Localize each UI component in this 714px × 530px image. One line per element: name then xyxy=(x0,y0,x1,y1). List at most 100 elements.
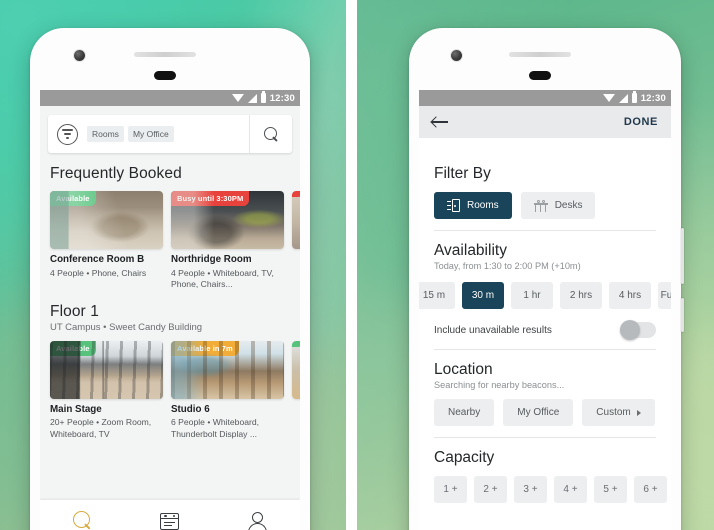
section-title-floor-1: Floor 1 xyxy=(50,302,99,320)
room-photo: Busy until 3:30PM xyxy=(171,191,284,249)
location-chip-custom[interactable]: Custom xyxy=(582,399,655,426)
room-photo xyxy=(292,340,300,399)
capacity-chip-5[interactable]: 5 + xyxy=(594,476,627,503)
capacity-chip-3[interactable]: 3 + xyxy=(514,476,547,503)
duration-chip-2hrs[interactable]: 2 hrs xyxy=(560,282,602,309)
room-meta: 4 People • Phone, Chairs xyxy=(50,267,147,278)
room-name: Northridge Room xyxy=(171,254,252,265)
battery-icon xyxy=(260,91,266,103)
front-camera-icon xyxy=(451,50,462,61)
toggle-knob xyxy=(620,320,640,340)
screenshot-stage: 12:30 Rooms My Office Frequently Booked … xyxy=(0,0,714,530)
location-chip-row: Nearby My Office Custom xyxy=(434,399,671,426)
divider xyxy=(434,437,656,438)
phone-device-right: 12:30 DONE Filter By Rooms Desks Availab… xyxy=(409,28,684,530)
room-photo: Available xyxy=(50,340,163,399)
room-card[interactable]: Busy until 3:30PM Northridge Room 4 Peop… xyxy=(171,191,284,291)
duration-chip-full-day[interactable]: Full Day xyxy=(658,282,671,309)
active-filter-chips: Rooms My Office xyxy=(87,126,249,142)
duration-chip-4hrs[interactable]: 4 hrs xyxy=(609,282,651,309)
card-row-floor-1: Available Main Stage 20+ People • Zoom R… xyxy=(50,340,300,441)
location-subtitle: Searching for nearby beacons... xyxy=(434,380,565,390)
search-bar[interactable]: Rooms My Office xyxy=(48,115,292,153)
search-button[interactable] xyxy=(250,127,292,141)
divider xyxy=(434,349,656,350)
include-unavailable-row: Include unavailable results xyxy=(434,320,656,340)
filter-option-desks-label: Desks xyxy=(554,200,583,211)
capacity-chip-1[interactable]: 1 + xyxy=(434,476,467,503)
filter-option-desks[interactable]: Desks xyxy=(520,192,596,219)
include-unavailable-toggle[interactable] xyxy=(620,320,656,340)
left-app-body: Rooms My Office Frequently Booked Availa… xyxy=(40,106,300,530)
side-button[interactable] xyxy=(681,298,684,332)
capacity-chip-4[interactable]: 4 + xyxy=(554,476,587,503)
signal-icon xyxy=(247,93,257,103)
location-chip-my-office[interactable]: My Office xyxy=(503,399,574,426)
capacity-chip-6[interactable]: 6 + xyxy=(634,476,667,503)
status-bar-right: 12:30 xyxy=(419,90,671,106)
wifi-icon xyxy=(231,94,244,102)
chevron-right-icon xyxy=(636,409,641,416)
room-photo xyxy=(292,191,300,249)
phone-device-left: 12:30 Rooms My Office Frequently Booked … xyxy=(30,28,310,530)
nav-item-profile[interactable] xyxy=(233,506,281,530)
nav-item-calendar[interactable] xyxy=(146,506,194,530)
room-card[interactable]: Available Main Stage 20+ People • Zoom R… xyxy=(50,340,163,441)
earpiece-grille xyxy=(509,52,571,57)
desk-icon xyxy=(533,199,548,212)
status-badge: Busy until 3:30PM xyxy=(171,191,250,206)
location-chip-nearby[interactable]: Nearby xyxy=(434,399,495,426)
room-meta: 20+ People • Zoom Room, Whiteboard, TV xyxy=(50,417,152,439)
right-screen: 12:30 DONE Filter By Rooms Desks Availab… xyxy=(419,90,671,530)
capacity-chip-row: 1 + 2 + 3 + 4 + 5 + 6 + 7 xyxy=(434,476,671,503)
back-arrow-icon[interactable] xyxy=(432,115,449,129)
room-name: Conference Room B xyxy=(50,254,145,265)
room-card[interactable]: Available in 7m Studio 6 6 People • Whit… xyxy=(171,340,284,441)
right-app-body: DONE Filter By Rooms Desks Availability … xyxy=(419,106,671,530)
section-title-filter-by: Filter By xyxy=(434,165,491,182)
card-row-frequently-booked: Available Conference Room B 4 People • P… xyxy=(50,191,300,291)
done-button[interactable]: DONE xyxy=(624,116,658,128)
app-bar: DONE xyxy=(419,106,671,138)
front-camera-icon xyxy=(74,50,85,61)
filter-chip-my-office[interactable]: My Office xyxy=(127,126,174,142)
duration-chip-1hr[interactable]: 1 hr xyxy=(511,282,553,309)
status-badge: Available xyxy=(50,340,96,356)
wifi-icon xyxy=(602,94,615,102)
section-title-frequently-booked: Frequently Booked xyxy=(50,165,182,182)
filter-chip-rooms[interactable]: Rooms xyxy=(87,126,124,142)
duration-chip-15m[interactable]: 15 m xyxy=(419,282,455,309)
room-card[interactable]: Available Conference Room B 4 People • P… xyxy=(50,191,163,291)
filter-icon[interactable] xyxy=(57,123,78,145)
search-icon xyxy=(73,511,93,530)
location-chip-custom-label: Custom xyxy=(596,407,631,418)
filter-option-rooms[interactable]: Rooms xyxy=(434,192,512,219)
earpiece-grille xyxy=(134,52,196,57)
capacity-chip-2[interactable]: 2 + xyxy=(474,476,507,503)
section-title-location: Location xyxy=(434,361,493,378)
nav-item-search[interactable] xyxy=(59,506,107,530)
signal-icon xyxy=(618,93,628,103)
side-button[interactable] xyxy=(681,228,684,284)
room-photo: Available xyxy=(50,191,163,249)
status-bar-left: 12:30 xyxy=(40,90,300,106)
person-icon xyxy=(247,511,268,530)
include-unavailable-label: Include unavailable results xyxy=(434,324,552,336)
left-mockup-panel: 12:30 Rooms My Office Frequently Booked … xyxy=(0,0,346,530)
room-meta: 6 People • Whiteboard, Thunderbolt Displ… xyxy=(171,417,260,439)
status-badge xyxy=(292,191,300,197)
status-badge: Available xyxy=(50,191,96,206)
filter-type-toggle-group: Rooms Desks xyxy=(434,192,671,219)
filter-scroll-area[interactable]: Filter By Rooms Desks Availability Today… xyxy=(419,154,671,530)
duration-chip-30m[interactable]: 30 m xyxy=(462,282,504,309)
room-photo: Available in 7m xyxy=(171,340,284,399)
room-card-peek[interactable] xyxy=(292,191,300,291)
room-name: Main Stage xyxy=(50,403,102,415)
section-title-capacity: Capacity xyxy=(434,449,495,466)
duration-chip-row: 15 m 30 m 1 hr 2 hrs 4 hrs Full Day xyxy=(419,282,671,309)
proximity-sensor xyxy=(154,71,176,80)
status-badge xyxy=(292,340,300,347)
room-card-peek[interactable] xyxy=(292,340,300,441)
battery-icon xyxy=(631,91,637,103)
status-clock: 12:30 xyxy=(640,92,666,104)
